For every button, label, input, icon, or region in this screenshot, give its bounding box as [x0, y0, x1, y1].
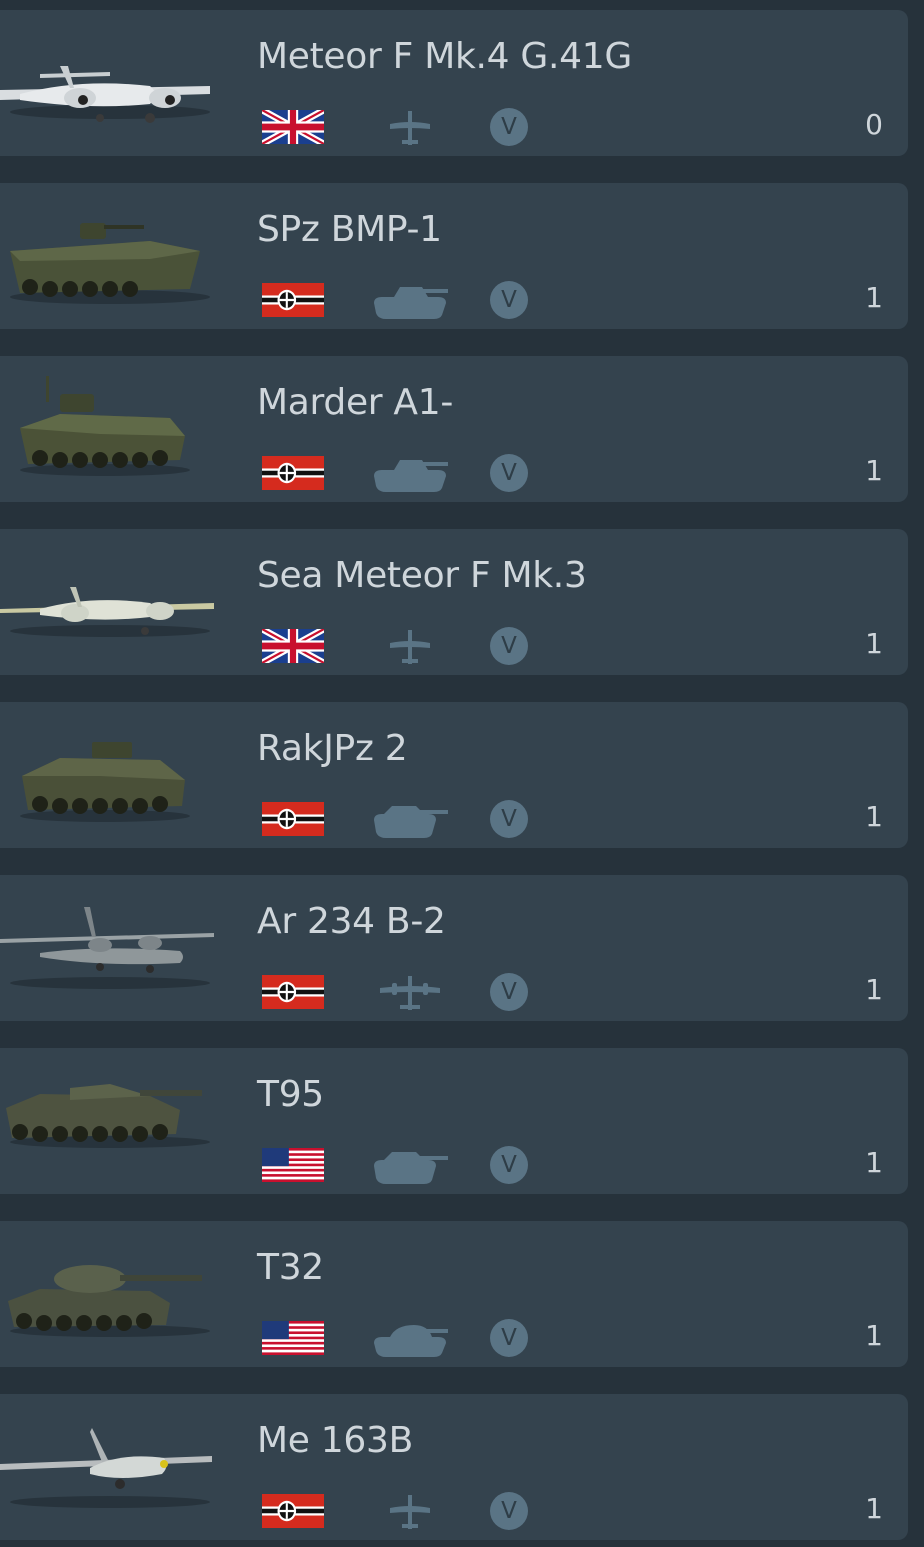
- rank-badge: V: [490, 454, 528, 492]
- heavy-tank-icon: [370, 1319, 450, 1359]
- vehicle-image-jet: [0, 547, 222, 657]
- vehicle-image-ifv: [0, 374, 222, 484]
- vehicle-card-meteor-f-mk4[interactable]: Meteor F Mk.4 G.41G V 0: [0, 10, 908, 156]
- vehicle-count: 1: [865, 973, 883, 1006]
- fighter-icon: [370, 627, 450, 667]
- vehicle-card-t32[interactable]: T32 V 1: [0, 1221, 908, 1367]
- germany-flag-icon: [262, 1494, 324, 1528]
- fighter-icon: [370, 1492, 450, 1532]
- rank-badge: V: [490, 1146, 528, 1184]
- rank-badge: V: [490, 627, 528, 665]
- uk-flag-icon: [262, 629, 324, 663]
- vehicle-image-tank-destroyer: [0, 1066, 222, 1176]
- vehicle-card-sea-meteor-f-mk3[interactable]: Sea Meteor F Mk.3 V 1: [0, 529, 908, 675]
- uk-flag-icon: [262, 110, 324, 144]
- vehicle-image-bomber: [0, 893, 222, 1003]
- vehicle-count: 1: [865, 1146, 883, 1179]
- vehicle-count: 1: [865, 1319, 883, 1352]
- germany-flag-icon: [262, 456, 324, 490]
- vehicle-name: Ar 234 B-2: [257, 901, 446, 942]
- rank-badge: V: [490, 281, 528, 319]
- vehicle-count: 1: [865, 454, 883, 487]
- vehicle-count: 1: [865, 281, 883, 314]
- vehicle-name: RakJPz 2: [257, 728, 408, 769]
- vehicle-image-jet: [0, 28, 222, 138]
- usa-flag-icon: [262, 1148, 324, 1182]
- rank-badge: V: [490, 1319, 528, 1357]
- vehicle-card-marder-a1[interactable]: Marder A1- V 1: [0, 356, 908, 502]
- tank-destroyer-icon: [370, 800, 450, 840]
- vehicle-count: 1: [865, 627, 883, 660]
- rank-badge: V: [490, 1492, 528, 1530]
- vehicle-count: 0: [865, 108, 883, 141]
- usa-flag-icon: [262, 1321, 324, 1355]
- rank-badge: V: [490, 800, 528, 838]
- vehicle-card-me-163b[interactable]: Me 163B V 1: [0, 1394, 908, 1540]
- tank-destroyer-icon: [370, 1146, 450, 1186]
- germany-flag-icon: [262, 975, 324, 1009]
- fighter-icon: [370, 108, 450, 148]
- vehicle-card-t95[interactable]: T95 V 1: [0, 1048, 908, 1194]
- vehicle-image-heavy-tank: [0, 1239, 222, 1349]
- vehicle-name: Marder A1-: [257, 382, 454, 423]
- vehicle-name: T95: [257, 1074, 324, 1115]
- rank-badge: V: [490, 108, 528, 146]
- germany-flag-icon: [262, 802, 324, 836]
- vehicle-image-tank-destroyer: [0, 720, 222, 830]
- vehicle-count: 1: [865, 1492, 883, 1525]
- medium-tank-icon: [370, 454, 450, 494]
- vehicle-card-rakjpz-2[interactable]: RakJPz 2 V 1: [0, 702, 908, 848]
- vehicle-card-spz-bmp-1[interactable]: SPz BMP-1 V 1: [0, 183, 908, 329]
- vehicle-name: T32: [257, 1247, 324, 1288]
- vehicle-list: Meteor F Mk.4 G.41G V 0 SPz BMP-1 V 1 Ma…: [0, 0, 924, 1547]
- vehicle-image-rocket-plane: [0, 1412, 222, 1522]
- medium-tank-icon: [370, 281, 450, 321]
- vehicle-name: Me 163B: [257, 1420, 413, 1461]
- vehicle-count: 1: [865, 800, 883, 833]
- germany-flag-icon: [262, 283, 324, 317]
- bomber-icon: [370, 973, 450, 1013]
- vehicle-name: Sea Meteor F Mk.3: [257, 555, 587, 596]
- vehicle-card-ar-234-b2[interactable]: Ar 234 B-2 V 1: [0, 875, 908, 1021]
- rank-badge: V: [490, 973, 528, 1011]
- vehicle-name: Meteor F Mk.4 G.41G: [257, 36, 632, 77]
- vehicle-image-ifv: [0, 201, 222, 311]
- vehicle-name: SPz BMP-1: [257, 209, 442, 250]
